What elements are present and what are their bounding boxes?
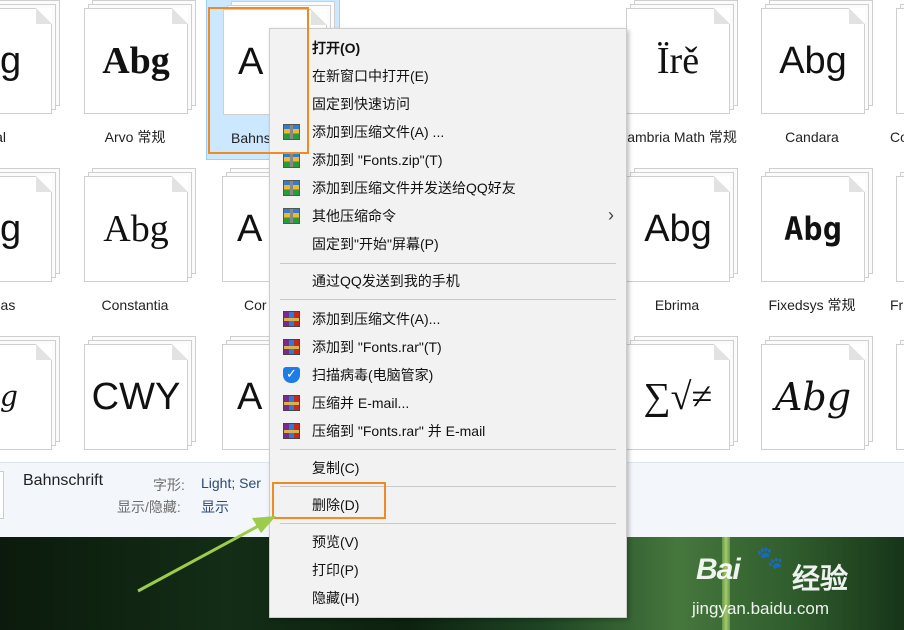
arrow-shaft [137,522,263,593]
annotation-arrow [137,516,276,593]
arrow-head [252,516,276,533]
